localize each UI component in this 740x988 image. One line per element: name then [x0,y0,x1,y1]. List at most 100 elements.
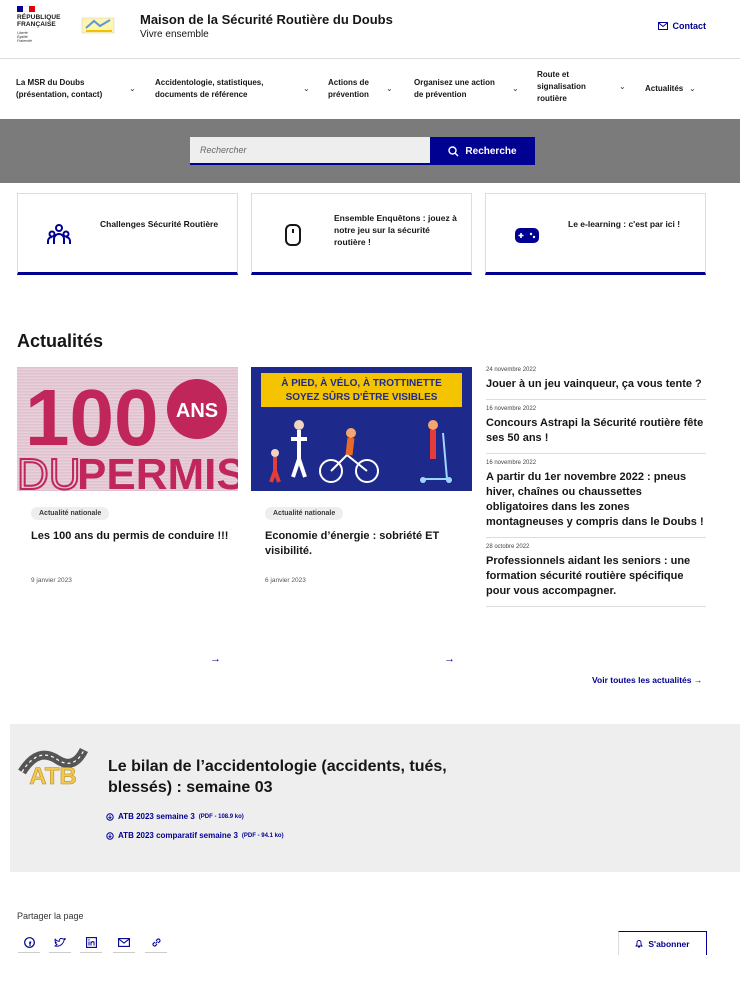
arrow-right-icon[interactable]: → [444,653,455,665]
republique-francaise-logo[interactable]: RÉPUBLIQUE FRANÇAISE Liberté Égalité Fra… [17,6,69,43]
linkedin-icon [85,937,97,948]
nav-label: prévention [328,90,369,99]
news-title[interactable]: Professionnels aidant les seniors : une … [486,554,706,599]
chevron-down-icon: ⌄ [129,84,136,93]
flag-icon [17,6,35,12]
chevron-down-icon: ⌄ [689,84,696,93]
news-card[interactable]: À PIED, À VÉLO, À TROTTINETTE SOYEZ SÛRS… [251,367,472,685]
news-date: 24 novembre 2022 [486,367,537,373]
site-tagline: Vivre ensemble [140,29,209,40]
site-title[interactable]: Maison de la Sécurité Routière du Doubs [140,12,393,27]
news-card-date: 9 janvier 2023 [31,577,72,584]
nav-label: Actualités [645,84,684,93]
list-item[interactable]: 24 novembre 2022 Jouer à un jeu vainqueu… [486,367,706,400]
download-icon [106,831,114,840]
subscribe-label: S'abonner [648,938,690,949]
mail-share-button[interactable] [113,933,135,953]
list-item[interactable]: 28 octobre 2022 Professionnels aidant le… [486,544,706,607]
linkedin-share-button[interactable] [80,933,102,953]
download-icon [106,812,114,821]
news-section-title: Actualités [17,331,104,351]
list-item[interactable]: 16 novembre 2022 Concours Astrapi la Séc… [486,406,706,454]
news-card-image: À PIED, À VÉLO, À TROTTINETTE SOYEZ SÛRS… [251,367,472,491]
contact-link[interactable]: Contact [657,21,707,31]
chevron-down-icon: ⌄ [512,84,519,93]
nav-label: Organisez une action [414,78,495,87]
tile-label: Challenges Sécurité Routière [100,219,219,229]
twitter-share-button[interactable] [49,933,71,953]
news-badge: Actualité nationale [31,507,110,520]
news-card[interactable]: 100 ANS DU PERMIS Actualité nationale Le… [17,367,238,685]
chevron-down-icon: ⌄ [303,84,310,93]
arrow-right-icon[interactable]: → [210,653,221,665]
contact-label: Contact [672,21,707,31]
news-title[interactable]: Jouer à un jeu vainqueur, ça vous tente … [486,377,706,392]
search-button[interactable]: Recherche [430,137,535,165]
facebook-share-button[interactable] [18,933,40,953]
atb-link-label: ATB 2023 semaine 3 [118,812,195,821]
nav-label: La MSR du Doubs [16,78,85,87]
atb-title: Le bilan de l’accidentologie (accidents,… [108,758,447,796]
search-input[interactable] [190,137,430,165]
tile-label: Ensemble Enquêtons : jouez à notre jeu s… [334,213,457,247]
share-label: Partager la page [17,911,84,921]
image-text: DU [17,450,81,491]
tile-enquetons[interactable]: Ensemble Enquêtons : jouez à notre jeu s… [251,193,472,275]
news-title[interactable]: A partir du 1er novembre 2022 : pneus hi… [486,470,706,530]
atb-download-link[interactable]: ATB 2023 semaine 3 (PDF - 108.9 ko) [106,812,244,821]
news-title[interactable]: Concours Astrapi la Sécurité routière fê… [486,416,706,446]
subscribe-button[interactable]: S'abonner [618,931,707,955]
see-all-news-link[interactable]: Voir toutes les actualités → [592,675,702,685]
nav-label: signalisation [537,82,586,91]
atb-link-label: ATB 2023 comparatif semaine 3 [118,831,238,840]
atb-section: ATB Le bilan de l’accidentologie (accide… [10,724,740,872]
news-card-title[interactable]: Les 100 ans du permis de conduire !!! [31,529,231,544]
motto-fraternite: Fraternité [17,39,32,43]
facebook-icon [23,937,35,948]
copy-link-button[interactable] [145,933,167,953]
rf-name-line2: FRANÇAISE [17,21,56,28]
news-badge: Actualité nationale [265,507,344,520]
people-icon [47,224,71,244]
nav-label: Actions de [328,78,369,87]
nav-label: Accidentologie, statistiques, [155,78,264,87]
search-band: Recherche [0,119,740,183]
bell-icon [635,940,644,948]
tile-challenges[interactable]: Challenges Sécurité Routière [17,193,238,275]
image-text: 100 [25,373,158,462]
mouse-icon [285,224,301,246]
news-date: 16 novembre 2022 [486,406,537,412]
header: RÉPUBLIQUE FRANÇAISE Liberté Égalité Fra… [0,0,740,58]
image-text: ANS [176,400,218,422]
tile-elearning[interactable]: Le e-learning : c'est par ici ! [485,193,706,275]
image-text: SOYEZ SÛRS D'ÊTRE VISIBLES [286,390,438,403]
image-text: À PIED, À VÉLO, À TROTTINETTE [281,376,442,389]
nav-label: de prévention [414,90,467,99]
gamepad-icon [515,228,539,243]
atb-download-link[interactable]: ATB 2023 comparatif semaine 3 (PDF - 94.… [106,831,284,840]
news-list: 24 novembre 2022 Jouer à un jeu vainqueu… [486,367,706,613]
twitter-icon [54,937,66,947]
nav-item-actualites[interactable]: Actualités ⌄ [645,83,705,95]
image-text: PERMIS [77,450,238,491]
operator-logo[interactable] [80,14,118,36]
nav-item-msr[interactable]: La MSR du Doubs (présentation, contact) ⌄ [16,77,136,101]
search-button-label: Recherche [465,145,517,157]
news-card-date: 6 janvier 2023 [265,577,306,584]
atb-link-format: (PDF - 94.1 ko) [241,832,284,839]
chevron-down-icon: ⌄ [386,84,393,93]
news-date: 28 octobre 2022 [486,544,530,550]
news-card-image: 100 ANS DU PERMIS [17,367,238,491]
search-icon [448,145,459,156]
nav-item-accidentologie[interactable]: Accidentologie, statistiques, documents d… [155,77,310,101]
list-item[interactable]: 16 novembre 2022 A partir du 1er novembr… [486,460,706,538]
link-icon [151,938,161,947]
nav-label: documents de référence [155,90,248,99]
nav-item-route[interactable]: Route et signalisation routière ⌄ [537,69,627,105]
news-card-title[interactable]: Economie d’énergie : sobriété ET visibil… [265,529,465,559]
atb-link-format: (PDF - 108.9 ko) [198,813,244,820]
nav-item-actions[interactable]: Actions de prévention ⌄ [328,77,398,101]
atb-logo: ATB [18,747,88,790]
chevron-down-icon: ⌄ [619,82,626,91]
nav-item-organisez[interactable]: Organisez une action de prévention ⌄ [414,77,524,101]
